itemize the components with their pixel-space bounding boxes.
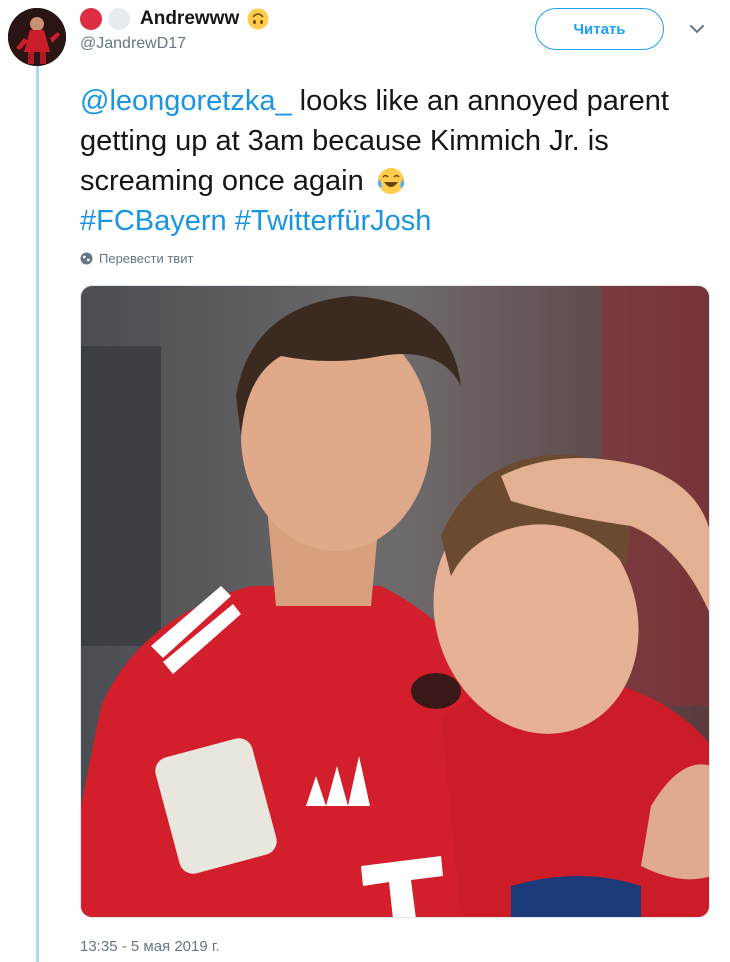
hashtag-twitterfurjosh[interactable]: #TwitterfürJosh: [235, 205, 432, 237]
tweet-timestamp[interactable]: 13:35 - 5 мая 2019 г.: [80, 938, 220, 955]
avatar-photo: [8, 8, 66, 66]
hashtag-fcbayern[interactable]: #FCBayern: [80, 205, 227, 237]
globe-icon: [80, 252, 93, 265]
avatar[interactable]: [8, 8, 66, 66]
tweet-text: @leongoretzka_ looks like an annoyed par…: [80, 81, 720, 241]
thread-line: [36, 66, 39, 962]
translate-label: Перевести твит: [99, 251, 194, 266]
photo-two-footballers-embracing: [81, 286, 709, 917]
mention-link[interactable]: @leongoretzka_: [80, 85, 292, 117]
upside-down-face-emoji: [247, 8, 269, 30]
follow-button[interactable]: Читать: [535, 8, 664, 50]
face-with-tears-of-joy-emoji: [377, 168, 404, 194]
display-name[interactable]: Andrewww: [140, 8, 239, 30]
translate-tweet-link[interactable]: Перевести твит: [80, 251, 193, 266]
user-name-row: Andrewww: [80, 6, 269, 32]
user-handle[interactable]: @JandrewD17: [80, 35, 186, 53]
tweet-photo[interactable]: [80, 285, 710, 918]
white-circle-emoji: [108, 8, 130, 30]
red-circle-emoji: [80, 8, 102, 30]
chevron-down-icon[interactable]: [688, 22, 706, 36]
